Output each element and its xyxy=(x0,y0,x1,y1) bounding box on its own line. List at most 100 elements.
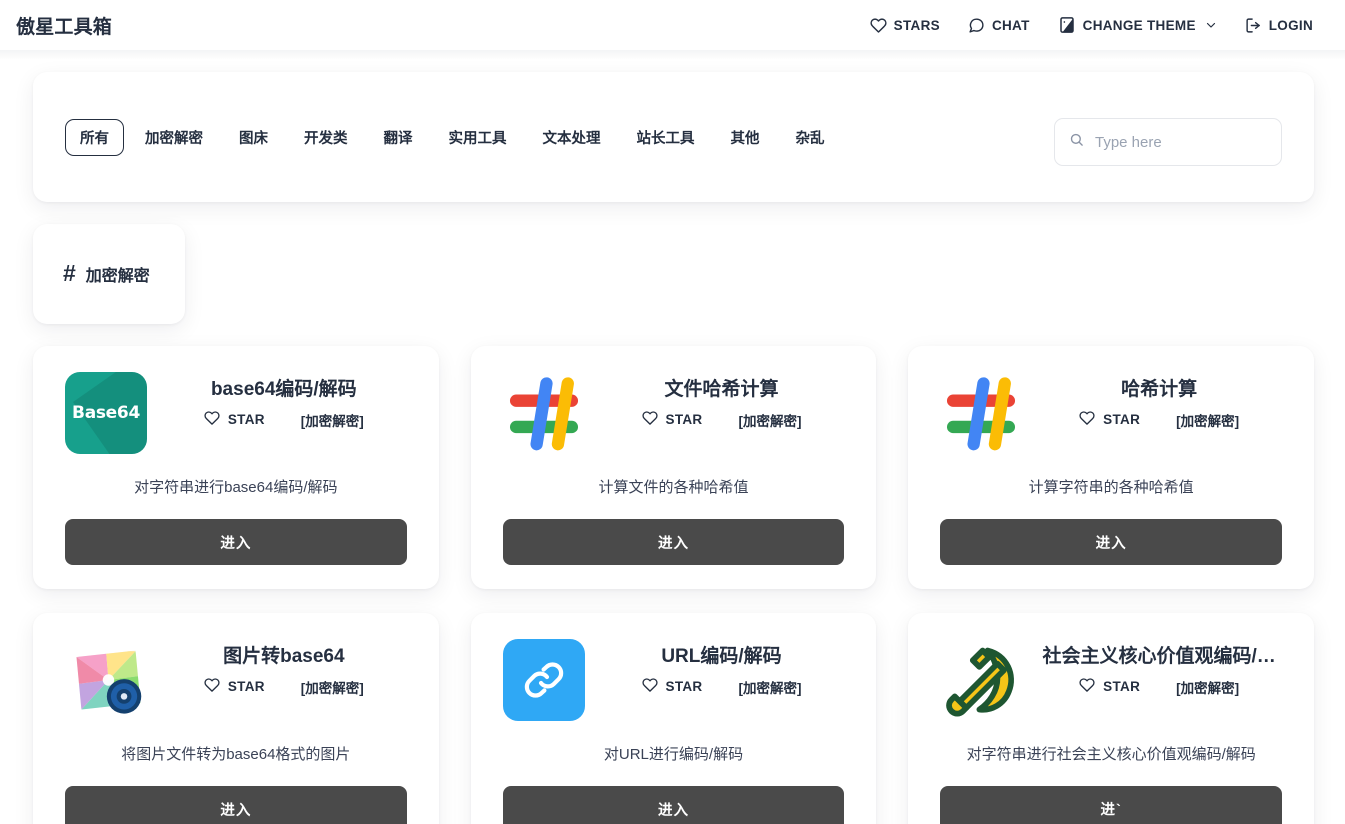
tool-description: 将图片文件转为base64格式的图片 xyxy=(65,743,407,764)
star-label: STAR xyxy=(666,412,703,427)
heart-icon xyxy=(1079,677,1095,696)
search-icon xyxy=(1069,132,1084,152)
tab-translate[interactable]: 翻译 xyxy=(369,119,428,156)
tab-all[interactable]: 所有 xyxy=(65,119,124,156)
tool-title: base64编码/解码 xyxy=(161,378,407,402)
enter-button[interactable]: 进入 xyxy=(940,786,1282,824)
tool-card-subrow: STAR [加密解密] xyxy=(599,410,845,430)
tool-card[interactable]: 社会主义核心价值观编码/… STAR [加密解密] xyxy=(908,613,1314,824)
heart-icon xyxy=(1079,410,1095,429)
tool-card-header: 哈希计算 STAR [加密解密] xyxy=(940,372,1282,454)
tool-card[interactable]: 图片转base64 STAR [加密解密] xyxy=(33,613,439,824)
star-button[interactable]: STAR xyxy=(1079,410,1140,429)
star-button[interactable]: STAR xyxy=(204,677,265,696)
tool-card-meta: 文件哈希计算 STAR [加密解密] xyxy=(599,372,845,430)
category-tag: [加密解密] xyxy=(738,677,801,697)
hammer-sickle-icon xyxy=(940,639,1022,721)
enter-button[interactable]: 进入 xyxy=(503,519,845,565)
category-tag: [加密解密] xyxy=(301,410,364,430)
tool-card-meta: 图片转base64 STAR [加密解密] xyxy=(161,639,407,697)
tool-card[interactable]: 文件哈希计算 STAR [加密解密] 计算 xyxy=(471,346,877,589)
category-tabs: 所有 加密解密 图床 开发类 翻译 实用工具 文本处理 站长工具 其他 杂乱 xyxy=(65,119,840,156)
tool-description: 计算字符串的各种哈希值 xyxy=(940,476,1282,497)
star-button[interactable]: STAR xyxy=(1079,677,1140,696)
tool-description: 对URL进行编码/解码 xyxy=(503,743,845,764)
tool-description: 对字符串进行base64编码/解码 xyxy=(65,476,407,497)
hash-icon: # xyxy=(63,262,76,285)
heart-icon xyxy=(642,410,658,429)
tab-text-processing[interactable]: 文本处理 xyxy=(528,119,616,156)
header-divider-shade xyxy=(0,50,1345,60)
star-button[interactable]: STAR xyxy=(642,677,703,696)
tab-development[interactable]: 开发类 xyxy=(289,119,363,156)
nav-chat[interactable]: CHAT xyxy=(968,17,1030,34)
tool-card-header: Base64 base64编码/解码 STAR [加 xyxy=(65,372,407,454)
chevron-down-icon xyxy=(1205,19,1217,31)
nav-change-theme-label: CHANGE THEME xyxy=(1083,18,1196,33)
theme-book-icon xyxy=(1058,16,1076,34)
nav-stars[interactable]: STARS xyxy=(870,17,940,34)
nav-login[interactable]: LOGIN xyxy=(1245,17,1313,34)
star-label: STAR xyxy=(1103,412,1140,427)
tool-card-header: 社会主义核心价值观编码/… STAR [加密解密] xyxy=(940,639,1282,721)
category-heading-label: 加密解密 xyxy=(86,262,150,286)
tab-other[interactable]: 其他 xyxy=(716,119,775,156)
tool-card-subrow: STAR [加密解密] xyxy=(1036,677,1282,697)
heart-icon xyxy=(204,677,220,696)
enter-button[interactable]: 进入 xyxy=(65,786,407,824)
tab-image-host[interactable]: 图床 xyxy=(224,119,283,156)
chat-bubble-icon xyxy=(968,17,985,34)
tab-utilities[interactable]: 实用工具 xyxy=(434,119,522,156)
photo-pinwheel-icon xyxy=(65,639,147,721)
category-heading-card: # 加密解密 xyxy=(33,224,185,324)
tool-card-header: 图片转base64 STAR [加密解密] xyxy=(65,639,407,721)
star-button[interactable]: STAR xyxy=(642,410,703,429)
star-button[interactable]: STAR xyxy=(204,410,265,429)
nav-change-theme[interactable]: CHANGE THEME xyxy=(1058,16,1217,34)
base64-icon-label: Base64 xyxy=(72,403,140,423)
category-tag: [加密解密] xyxy=(301,677,364,697)
tab-webmaster-tools[interactable]: 站长工具 xyxy=(622,119,710,156)
tool-card[interactable]: URL编码/解码 STAR [加密解密] xyxy=(471,613,877,824)
star-label: STAR xyxy=(228,679,265,694)
chain-link-icon xyxy=(503,639,585,721)
search-input[interactable] xyxy=(1093,133,1267,152)
tab-encrypt-decrypt[interactable]: 加密解密 xyxy=(130,119,218,156)
nav-chat-label: CHAT xyxy=(992,18,1030,33)
heart-icon xyxy=(642,677,658,696)
heart-icon xyxy=(870,17,887,34)
tab-misc[interactable]: 杂乱 xyxy=(781,119,840,156)
enter-button[interactable]: 进入 xyxy=(65,519,407,565)
tool-card-meta: URL编码/解码 STAR [加密解密] xyxy=(599,639,845,697)
tool-card-header: URL编码/解码 STAR [加密解密] xyxy=(503,639,845,721)
star-label: STAR xyxy=(1103,679,1140,694)
heart-icon xyxy=(204,410,220,429)
tool-title: URL编码/解码 xyxy=(599,645,845,669)
tool-card-header: 文件哈希计算 STAR [加密解密] xyxy=(503,372,845,454)
colorful-hash-icon xyxy=(940,372,1022,454)
tool-card-subrow: STAR [加密解密] xyxy=(599,677,845,697)
tool-card-subrow: STAR [加密解密] xyxy=(1036,410,1282,430)
nav-login-label: LOGIN xyxy=(1269,18,1313,33)
tool-card-meta: base64编码/解码 STAR [加密解密] xyxy=(161,372,407,430)
tool-card-subrow: STAR [加密解密] xyxy=(161,410,407,430)
tool-card-meta: 哈希计算 STAR [加密解密] xyxy=(1036,372,1282,430)
enter-button[interactable]: 进入 xyxy=(503,786,845,824)
tool-card[interactable]: 哈希计算 STAR [加密解密] 计算字符 xyxy=(908,346,1314,589)
tool-card-meta: 社会主义核心价值观编码/… STAR [加密解密] xyxy=(1036,639,1282,697)
star-label: STAR xyxy=(228,412,265,427)
login-arrow-icon xyxy=(1245,17,1262,34)
tool-card[interactable]: Base64 base64编码/解码 STAR [加 xyxy=(33,346,439,589)
nav-stars-label: STARS xyxy=(894,18,940,33)
tool-grid: Base64 base64编码/解码 STAR [加 xyxy=(33,346,1314,824)
tool-title: 文件哈希计算 xyxy=(599,378,845,402)
search-box[interactable] xyxy=(1054,118,1282,166)
tool-title: 哈希计算 xyxy=(1036,378,1282,402)
category-tag: [加密解密] xyxy=(738,410,801,430)
tool-card-subrow: STAR [加密解密] xyxy=(161,677,407,697)
enter-button[interactable]: 进入 xyxy=(940,519,1282,565)
app-header: 傲星工具箱 STARS CHAT xyxy=(0,0,1345,50)
tool-description: 计算文件的各种哈希值 xyxy=(503,476,845,497)
base64-logo-icon: Base64 xyxy=(65,372,147,454)
category-heading: # 加密解密 xyxy=(63,262,150,286)
